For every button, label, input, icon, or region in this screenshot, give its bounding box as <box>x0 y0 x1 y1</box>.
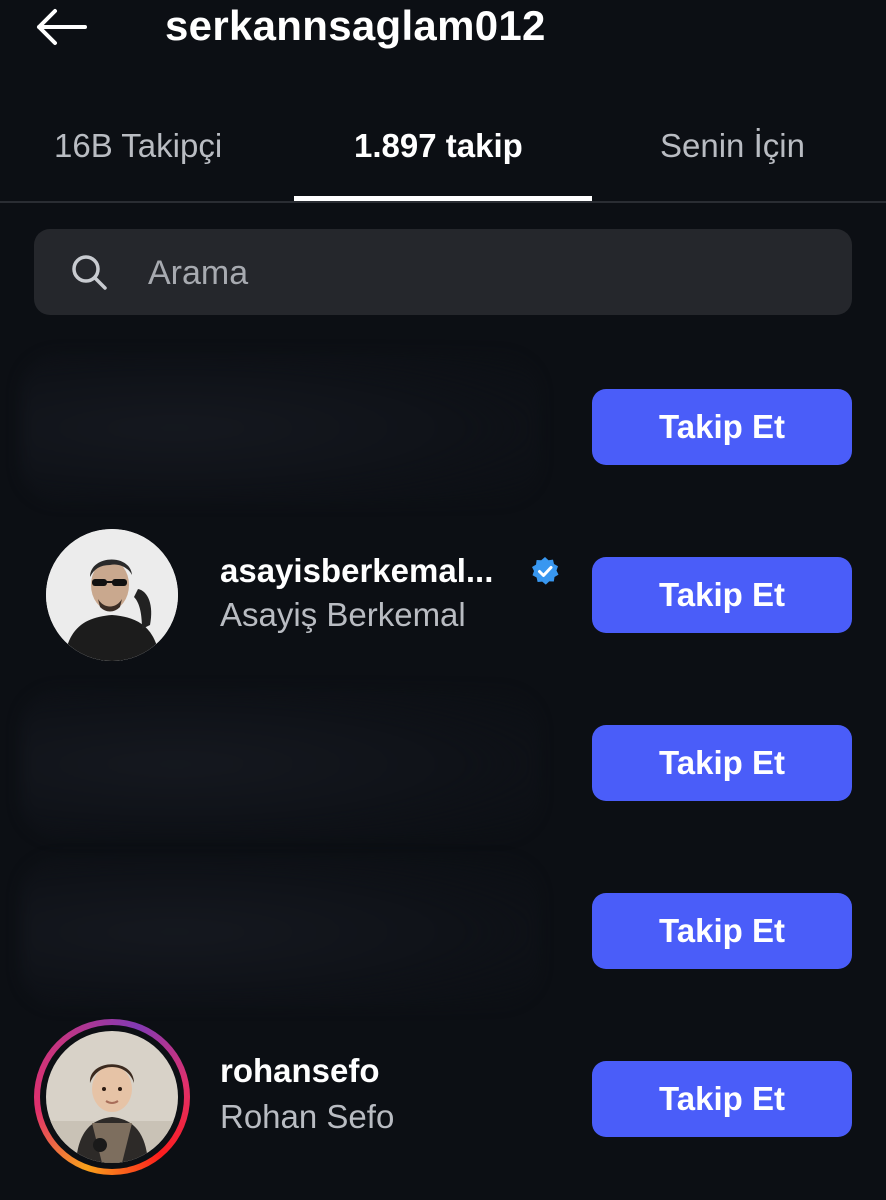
list-item[interactable]: rohansefo Rohan Sefo Takip Et <box>0 1015 886 1183</box>
list-item[interactable]: Takip Et <box>0 343 886 511</box>
username[interactable]: rohansefo <box>220 1051 380 1091</box>
full-name: Rohan Sefo <box>220 1098 395 1135</box>
tab-followers[interactable]: 16B Takipçi <box>54 124 222 168</box>
tab-bar: 16B Takipçi 1.897 takip Senin İçin <box>0 100 886 203</box>
story-ring[interactable] <box>34 1019 190 1175</box>
follow-button[interactable]: Takip Et <box>592 725 852 801</box>
back-button[interactable] <box>30 2 92 52</box>
verified-badge-icon <box>532 557 559 585</box>
follow-button[interactable]: Takip Et <box>592 893 852 969</box>
list-item[interactable]: Takip Et <box>0 679 886 847</box>
follow-button[interactable]: Takip Et <box>592 389 852 465</box>
search-input[interactable] <box>146 247 830 299</box>
blurred-user-area <box>20 857 540 1007</box>
follow-button[interactable]: Takip Et <box>592 557 852 633</box>
header: serkannsaglam012 <box>0 0 886 60</box>
search-bar[interactable] <box>34 229 852 315</box>
arrow-left-icon <box>37 9 87 45</box>
avatar-image <box>46 529 178 661</box>
follow-button[interactable]: Takip Et <box>592 1061 852 1137</box>
blurred-user-area <box>20 353 540 503</box>
avatar-image <box>46 1031 178 1163</box>
search-icon <box>72 255 107 290</box>
list-item[interactable]: asayisberkemal... Asayiş Berkemal Takip … <box>0 511 886 679</box>
full-name: Asayiş Berkemal <box>220 596 466 633</box>
active-tab-indicator <box>294 196 592 201</box>
avatar[interactable] <box>46 1031 178 1163</box>
list-item[interactable]: Takip Et <box>0 847 886 1015</box>
username[interactable]: asayisberkemal... <box>220 551 493 591</box>
page-title: serkannsaglam012 <box>165 2 546 49</box>
tab-following[interactable]: 1.897 takip <box>354 124 523 168</box>
blurred-user-area <box>20 689 540 839</box>
tab-for-you[interactable]: Senin İçin <box>660 124 805 168</box>
avatar[interactable] <box>46 529 178 661</box>
